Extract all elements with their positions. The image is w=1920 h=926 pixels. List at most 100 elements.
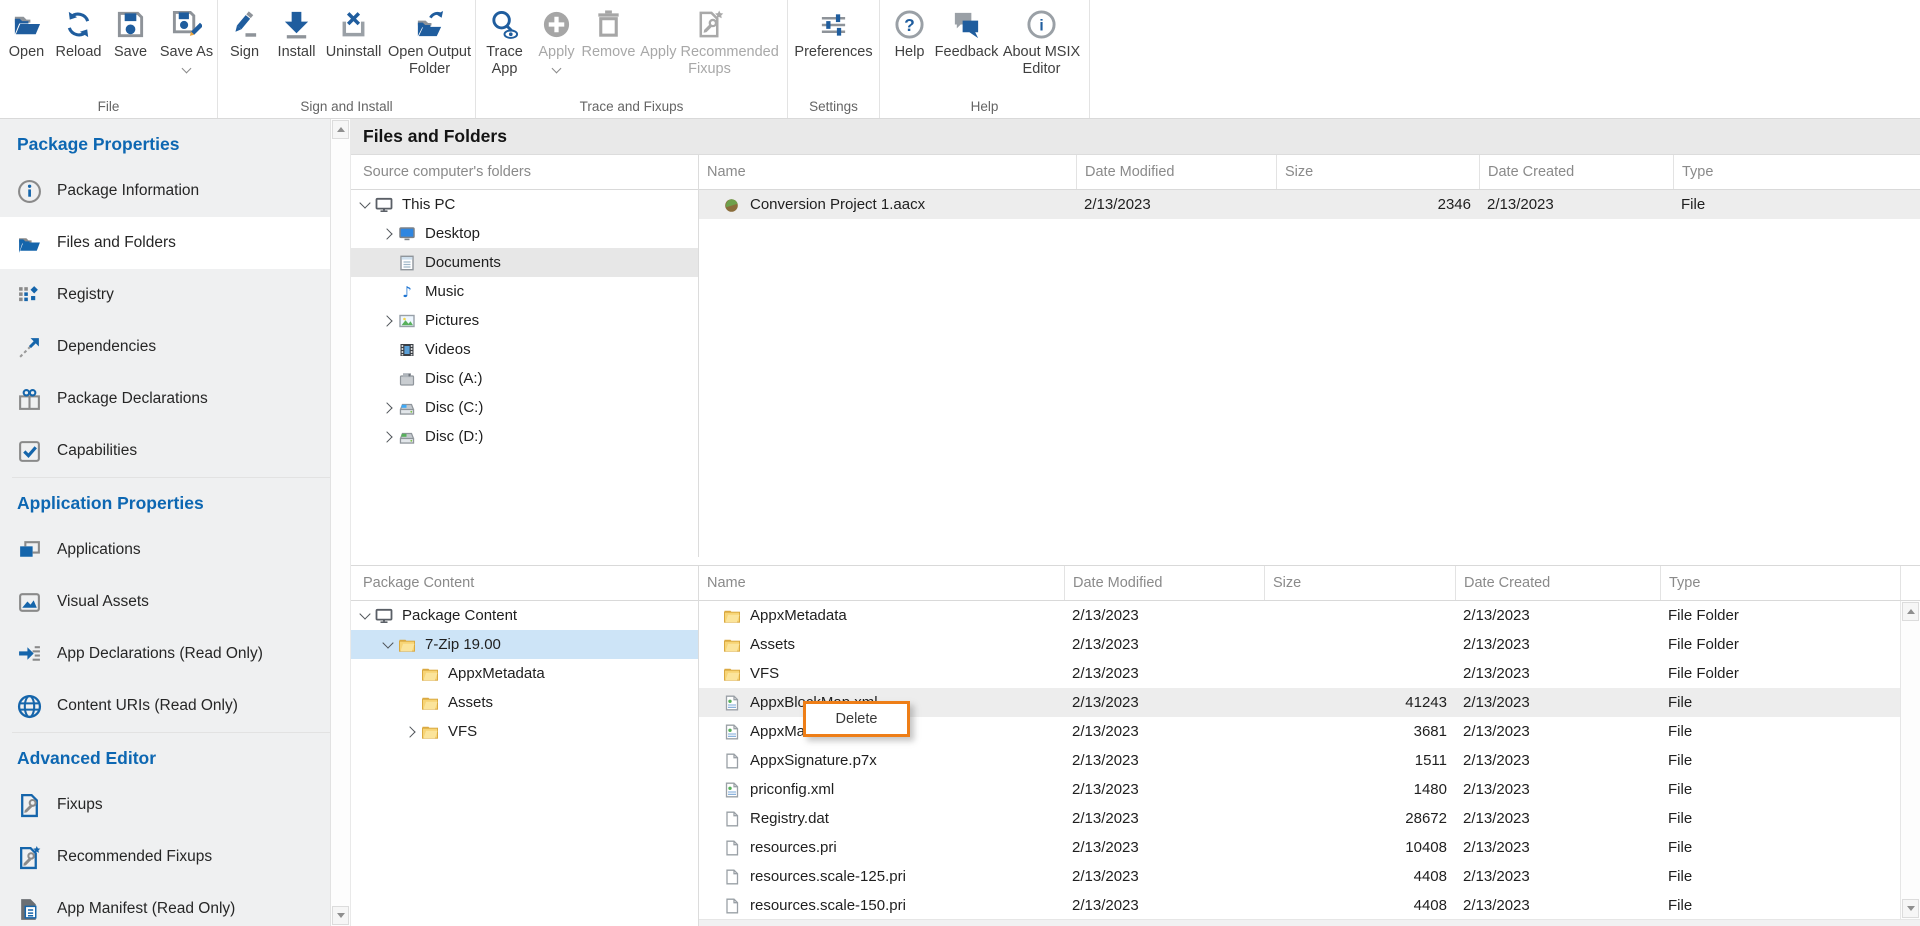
scroll-up-button[interactable] bbox=[332, 120, 349, 139]
sidebar-item-app-manifest[interactable]: App Manifest (Read Only) bbox=[0, 883, 330, 926]
chevron-right-icon[interactable] bbox=[381, 431, 392, 442]
chevron-right-icon[interactable] bbox=[404, 726, 415, 737]
tree-item-disc-a[interactable]: Disc (A:) bbox=[351, 364, 698, 393]
column-header-name[interactable]: Name bbox=[699, 566, 1064, 600]
tree-item-vfs[interactable]: VFS bbox=[351, 717, 698, 746]
sign-button[interactable]: Sign bbox=[219, 9, 271, 61]
tree-item-this-pc[interactable]: This PC bbox=[351, 190, 698, 219]
package-list-scrollbar[interactable] bbox=[1900, 601, 1920, 919]
save-as-button[interactable]: Save As bbox=[157, 9, 217, 72]
chevron-right-icon[interactable] bbox=[381, 228, 392, 239]
file-row-resources-scale-150[interactable]: resources.scale-150.pri 2/13/2023 4408 2… bbox=[699, 891, 1900, 920]
context-menu-item-delete[interactable]: Delete bbox=[836, 711, 878, 727]
reload-button-label: Reload bbox=[56, 44, 102, 61]
trace-app-button[interactable]: Trace App bbox=[479, 9, 531, 78]
source-files-list: Name Date Modified Size Date Created Typ… bbox=[699, 155, 1920, 557]
chevron-down-icon[interactable] bbox=[552, 64, 562, 74]
column-header-date-created[interactable]: Date Created bbox=[1455, 566, 1660, 600]
tree-item-appxmetadata[interactable]: AppxMetadata bbox=[351, 659, 698, 688]
file-row-vfs[interactable]: VFS 2/13/2023 2/13/2023 File Folder bbox=[699, 659, 1900, 688]
scroll-down-button[interactable] bbox=[1902, 899, 1919, 918]
save-button[interactable]: Save bbox=[105, 9, 157, 61]
column-header-name[interactable]: Name bbox=[699, 155, 1076, 189]
tree-item-pictures[interactable]: Pictures bbox=[351, 306, 698, 335]
open-output-folder-button[interactable]: Open Output Folder bbox=[385, 9, 475, 78]
file-row-registry-dat[interactable]: Registry.dat 2/13/2023 28672 2/13/2023 F… bbox=[699, 804, 1900, 833]
tree-item-assets[interactable]: Assets bbox=[351, 688, 698, 717]
chevron-down-icon[interactable] bbox=[182, 64, 192, 74]
file-icon bbox=[723, 753, 741, 769]
column-header-date-created[interactable]: Date Created bbox=[1479, 155, 1673, 189]
chevron-down-icon[interactable] bbox=[382, 637, 393, 648]
tree-item-disc-d[interactable]: Disc (D:) bbox=[351, 422, 698, 451]
trace-app-icon bbox=[489, 9, 520, 40]
column-header-type[interactable]: Type bbox=[1660, 566, 1900, 600]
save-as-icon bbox=[171, 9, 202, 40]
sidebar-item-recommended-fixups[interactable]: Recommended Fixups bbox=[0, 831, 330, 883]
trace-app-button-label: Trace App bbox=[479, 44, 531, 78]
chevron-down-icon[interactable] bbox=[359, 608, 370, 619]
videos-icon bbox=[398, 342, 416, 358]
tree-item-disc-c[interactable]: Disc (C:) bbox=[351, 393, 698, 422]
computer-icon bbox=[375, 197, 393, 213]
sidebar-item-applications[interactable]: Applications bbox=[0, 524, 330, 576]
file-row-resources-scale-125[interactable]: resources.scale-125.pri 2/13/2023 4408 2… bbox=[699, 862, 1900, 891]
sidebar-scrollbar[interactable] bbox=[330, 119, 351, 926]
open-button[interactable]: Open bbox=[1, 9, 53, 61]
uninstall-button[interactable]: Uninstall bbox=[323, 9, 385, 61]
chevron-right-icon[interactable] bbox=[381, 315, 392, 326]
reload-button[interactable]: Reload bbox=[53, 9, 105, 61]
feedback-button[interactable]: Feedback bbox=[936, 9, 998, 61]
about-msix-editor-button[interactable]: About MSIX Editor bbox=[998, 9, 1086, 78]
sidebar-item-fixups[interactable]: Fixups bbox=[0, 779, 330, 831]
preferences-button-label: Preferences bbox=[794, 44, 872, 61]
sidebar-item-package-declarations[interactable]: Package Declarations bbox=[0, 373, 330, 425]
sidebar-item-visual-assets[interactable]: Visual Assets bbox=[0, 576, 330, 628]
sidebar-item-capabilities[interactable]: Capabilities bbox=[0, 425, 330, 477]
column-header-date-modified[interactable]: Date Modified bbox=[1064, 566, 1264, 600]
sidebar-item-files-and-folders[interactable]: Files and Folders bbox=[0, 217, 330, 269]
xml-file-icon bbox=[723, 782, 741, 798]
sign-button-label: Sign bbox=[230, 44, 259, 61]
capabilities-check-icon bbox=[17, 439, 42, 464]
apply-button[interactable]: Apply bbox=[531, 9, 583, 72]
file-row-conversion-project[interactable]: Conversion Project 1.aacx 2/13/2023 2346… bbox=[699, 190, 1920, 219]
ribbon-group-sign-and-install: Sign Install Uninstall Open Output Folde… bbox=[218, 0, 476, 118]
help-button[interactable]: Help bbox=[884, 9, 936, 61]
file-row-appxmetadata[interactable]: AppxMetadata 2/13/2023 2/13/2023 File Fo… bbox=[699, 601, 1900, 630]
tree-item-package-content[interactable]: Package Content bbox=[351, 601, 698, 630]
chevron-right-icon[interactable] bbox=[381, 402, 392, 413]
ribbon-toolbar: Open Reload Save Save As File bbox=[0, 0, 1920, 119]
scroll-down-button[interactable] bbox=[332, 906, 349, 925]
column-header-date-modified[interactable]: Date Modified bbox=[1076, 155, 1276, 189]
tree-item-videos[interactable]: Videos bbox=[351, 335, 698, 364]
sidebar-item-dependencies[interactable]: Dependencies bbox=[0, 321, 330, 373]
column-header-size[interactable]: Size bbox=[1276, 155, 1479, 189]
apply-recommended-fixups-button[interactable]: Apply Recommended Fixups bbox=[635, 9, 785, 78]
file-row-appxsignature[interactable]: AppxSignature.p7x 2/13/2023 1511 2/13/20… bbox=[699, 746, 1900, 775]
column-header-type[interactable]: Type bbox=[1673, 155, 1920, 189]
tree-item-documents[interactable]: Documents bbox=[351, 248, 698, 277]
scroll-up-button[interactable] bbox=[1902, 602, 1919, 621]
recommended-fixups-icon bbox=[694, 9, 725, 40]
column-header-size[interactable]: Size bbox=[1264, 566, 1455, 600]
sidebar-item-package-information[interactable]: Package Information bbox=[0, 165, 330, 217]
disk-drive-icon bbox=[398, 400, 416, 416]
disk-drive-icon bbox=[398, 429, 416, 445]
sidebar-item-content-uris[interactable]: Content URIs (Read Only) bbox=[0, 680, 330, 732]
tree-item-desktop[interactable]: Desktop bbox=[351, 219, 698, 248]
remove-button[interactable]: Remove bbox=[583, 9, 635, 61]
install-button[interactable]: Install bbox=[271, 9, 323, 61]
file-row-assets[interactable]: Assets 2/13/2023 2/13/2023 File Folder bbox=[699, 630, 1900, 659]
horizontal-scrollbar-track[interactable] bbox=[699, 919, 1920, 926]
chevron-down-icon[interactable] bbox=[359, 197, 370, 208]
sidebar-item-app-declarations[interactable]: App Declarations (Read Only) bbox=[0, 628, 330, 680]
tree-item-music[interactable]: ♪ Music bbox=[351, 277, 698, 306]
file-row-priconfig[interactable]: priconfig.xml 2/13/2023 1480 2/13/2023 F… bbox=[699, 775, 1900, 804]
tree-item-7zip[interactable]: 7-Zip 19.00 bbox=[351, 630, 698, 659]
floppy-drive-icon bbox=[398, 371, 416, 387]
preferences-button[interactable]: Preferences bbox=[794, 9, 874, 61]
file-row-resources-pri[interactable]: resources.pri 2/13/2023 10408 2/13/2023 … bbox=[699, 833, 1900, 862]
sidebar-item-registry[interactable]: Registry bbox=[0, 269, 330, 321]
help-question-icon bbox=[894, 9, 925, 40]
